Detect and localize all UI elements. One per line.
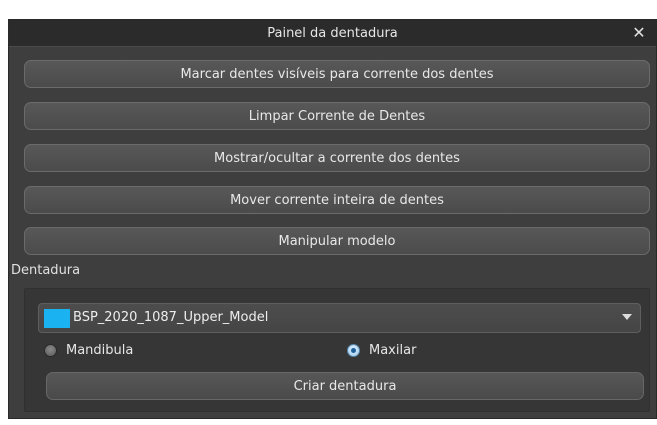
radio-mandibula[interactable]: Mandibula [44, 340, 133, 360]
move-teeth-chain-button[interactable]: Mover corrente inteira de dentes [24, 186, 650, 214]
toggle-teeth-chain-button[interactable]: Mostrar/ocultar a corrente dos dentes [24, 144, 650, 172]
manipulate-model-button[interactable]: Manipular modelo [24, 227, 650, 255]
radio-unchecked-icon [44, 343, 57, 357]
panel-titlebar: Painel da dentadura ✕ [9, 20, 656, 47]
model-select[interactable]: BSP_2020_1087_Upper_Model [38, 303, 641, 333]
mark-visible-teeth-button[interactable]: Marcar dentes visíveis para corrente dos… [24, 60, 650, 88]
model-color-swatch [44, 309, 70, 328]
close-icon[interactable]: ✕ [630, 21, 648, 45]
radio-maxilar-label: Maxilar [369, 342, 417, 358]
radio-checked-icon [347, 343, 360, 357]
denture-panel: Painel da dentadura ✕ Marcar dentes visí… [8, 19, 657, 419]
clear-teeth-chain-button[interactable]: Limpar Corrente de Dentes [24, 102, 650, 130]
create-denture-button[interactable]: Criar dentadura [46, 372, 644, 400]
panel-title: Painel da dentadura [267, 25, 398, 41]
chevron-down-icon [622, 314, 632, 320]
radio-mandibula-label: Mandibula [66, 342, 134, 358]
denture-group: BSP_2020_1087_Upper_Model Mandibula Maxi… [24, 288, 650, 412]
radio-maxilar[interactable]: Maxilar [347, 340, 416, 360]
model-select-value: BSP_2020_1087_Upper_Model [73, 310, 269, 325]
denture-section-label: Dentadura [11, 263, 81, 278]
